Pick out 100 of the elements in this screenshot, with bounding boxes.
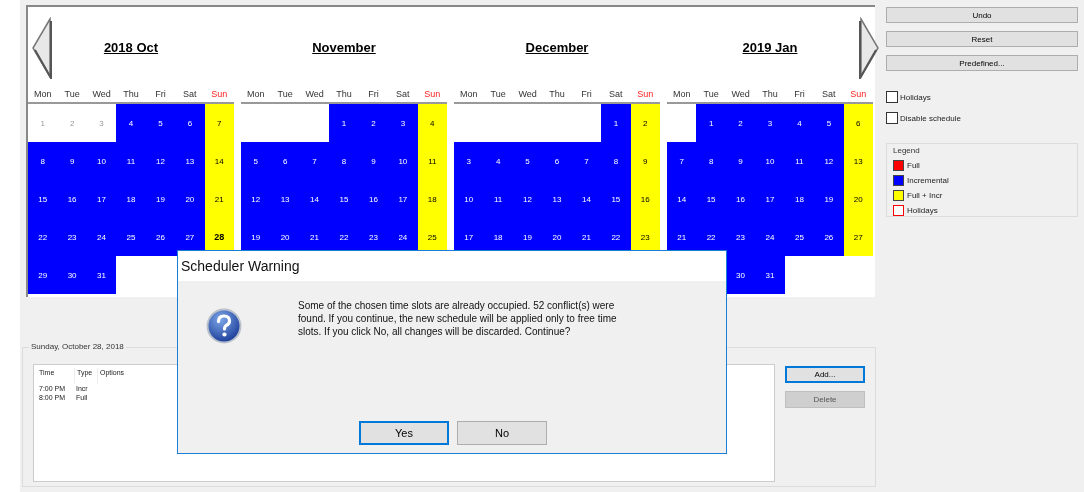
calendar-day[interactable]: 24 <box>86 218 117 256</box>
calendar-day[interactable]: 10 <box>755 142 785 180</box>
calendar-day[interactable]: 4 <box>784 104 815 142</box>
calendar-day[interactable]: 6 <box>843 104 873 142</box>
calendar-day[interactable]: 4 <box>417 104 447 142</box>
checkbox[interactable] <box>886 112 898 124</box>
checkbox-label[interactable]: Holidays <box>900 92 931 102</box>
calendar-day[interactable]: 16 <box>358 180 389 218</box>
no-button[interactable]: No <box>457 421 547 445</box>
calendar-day[interactable]: 5 <box>814 104 844 142</box>
calendar-day[interactable]: 2 <box>725 104 756 142</box>
calendar-day[interactable]: 16 <box>630 180 660 218</box>
calendar-day[interactable]: 3 <box>388 104 418 142</box>
calendar-day[interactable]: 16 <box>57 180 87 218</box>
calendar-day[interactable]: 10 <box>454 180 484 218</box>
panel-button[interactable]: Undo <box>886 7 1078 23</box>
calendar-day[interactable]: 14 <box>571 180 602 218</box>
panel-button[interactable]: Reset <box>886 31 1078 47</box>
calendar-day[interactable]: 7 <box>571 142 602 180</box>
calendar-day[interactable]: 18 <box>116 180 146 218</box>
calendar-day[interactable]: 5 <box>512 142 543 180</box>
calendar-day[interactable]: 14 <box>204 142 234 180</box>
checkbox-label[interactable]: Disable schedule <box>900 113 961 123</box>
calendar-day[interactable]: 30 <box>57 256 87 294</box>
calendar-day[interactable]: 26 <box>145 218 176 256</box>
calendar-day[interactable]: 12 <box>241 180 271 218</box>
calendar-day[interactable]: 19 <box>145 180 176 218</box>
calendar-day[interactable]: 1 <box>696 104 726 142</box>
calendar-day[interactable]: 13 <box>270 180 300 218</box>
calendar-day[interactable]: 23 <box>725 218 756 256</box>
calendar-day[interactable]: 19 <box>814 180 844 218</box>
calendar-day[interactable]: 10 <box>86 142 117 180</box>
yes-button[interactable]: Yes <box>359 421 449 445</box>
calendar-day[interactable]: 23 <box>57 218 87 256</box>
calendar-day[interactable]: 25 <box>784 218 815 256</box>
calendar-day[interactable]: 3 <box>454 142 484 180</box>
calendar-day[interactable]: 9 <box>630 142 660 180</box>
calendar-day[interactable]: 20 <box>175 180 205 218</box>
calendar-day[interactable]: 6 <box>175 104 205 142</box>
calendar-day[interactable]: 6 <box>542 142 572 180</box>
calendar-day[interactable]: 1 <box>329 104 359 142</box>
calendar-day[interactable]: 4 <box>483 142 513 180</box>
checkbox[interactable] <box>886 91 898 103</box>
weekday-label: Tue <box>489 88 507 99</box>
calendar-day[interactable]: 26 <box>814 218 844 256</box>
calendar-day[interactable]: 13 <box>843 142 873 180</box>
calendar-day[interactable]: 7 <box>204 104 234 142</box>
calendar-day[interactable]: 12 <box>512 180 543 218</box>
calendar-day[interactable]: 20 <box>843 180 873 218</box>
calendar-day[interactable]: 8 <box>28 142 58 180</box>
calendar-day[interactable]: 15 <box>601 180 631 218</box>
calendar-day[interactable]: 14 <box>299 180 330 218</box>
calendar-day[interactable]: 10 <box>388 142 418 180</box>
calendar-day[interactable]: 9 <box>57 142 87 180</box>
calendar-day[interactable]: 9 <box>725 142 756 180</box>
calendar-day[interactable]: 8 <box>696 142 726 180</box>
calendar-day[interactable]: 30 <box>725 256 756 294</box>
calendar-day[interactable]: 11 <box>116 142 146 180</box>
calendar-day[interactable]: 16 <box>725 180 756 218</box>
calendar-day[interactable]: 11 <box>784 142 815 180</box>
calendar-day[interactable]: 4 <box>116 104 146 142</box>
calendar-day[interactable]: 27 <box>843 218 873 256</box>
calendar-day[interactable]: 18 <box>784 180 815 218</box>
calendar-day[interactable]: 2 <box>358 104 389 142</box>
calendar-day[interactable]: 5 <box>241 142 271 180</box>
calendar-day[interactable]: 14 <box>667 180 697 218</box>
calendar-day[interactable]: 11 <box>417 142 447 180</box>
calendar-day[interactable]: 12 <box>814 142 844 180</box>
next-arrow-icon[interactable] <box>857 17 881 79</box>
calendar-day[interactable]: 21 <box>204 180 234 218</box>
calendar-day[interactable]: 17 <box>755 180 785 218</box>
calendar-day[interactable]: 13 <box>175 142 205 180</box>
calendar-day[interactable]: 5 <box>145 104 176 142</box>
previous-arrow-icon[interactable] <box>30 17 54 79</box>
calendar-day[interactable]: 17 <box>86 180 117 218</box>
calendar-day[interactable]: 6 <box>270 142 300 180</box>
calendar-day[interactable]: 2 <box>630 104 660 142</box>
calendar-day[interactable]: 1 <box>601 104 631 142</box>
calendar-day[interactable]: 24 <box>755 218 785 256</box>
calendar-day[interactable]: 8 <box>329 142 359 180</box>
add-button[interactable]: Add... <box>785 366 865 383</box>
calendar-day[interactable]: 8 <box>601 142 631 180</box>
calendar-day[interactable]: 29 <box>28 256 58 294</box>
calendar-day[interactable]: 17 <box>388 180 418 218</box>
panel-button[interactable]: Predefined... <box>886 55 1078 71</box>
calendar-day[interactable]: 31 <box>86 256 117 294</box>
calendar-day[interactable]: 15 <box>696 180 726 218</box>
calendar-day[interactable]: 11 <box>483 180 513 218</box>
calendar-day[interactable]: 7 <box>667 142 697 180</box>
calendar-day[interactable]: 18 <box>417 180 447 218</box>
calendar-day[interactable]: 13 <box>542 180 572 218</box>
calendar-day[interactable]: 3 <box>755 104 785 142</box>
calendar-day[interactable]: 12 <box>145 142 176 180</box>
calendar-day[interactable]: 15 <box>329 180 359 218</box>
calendar-day[interactable]: 9 <box>358 142 389 180</box>
calendar-day[interactable]: 22 <box>28 218 58 256</box>
calendar-day[interactable]: 7 <box>299 142 330 180</box>
calendar-day[interactable]: 25 <box>116 218 146 256</box>
calendar-day[interactable]: 31 <box>755 256 785 294</box>
calendar-day[interactable]: 15 <box>28 180 58 218</box>
